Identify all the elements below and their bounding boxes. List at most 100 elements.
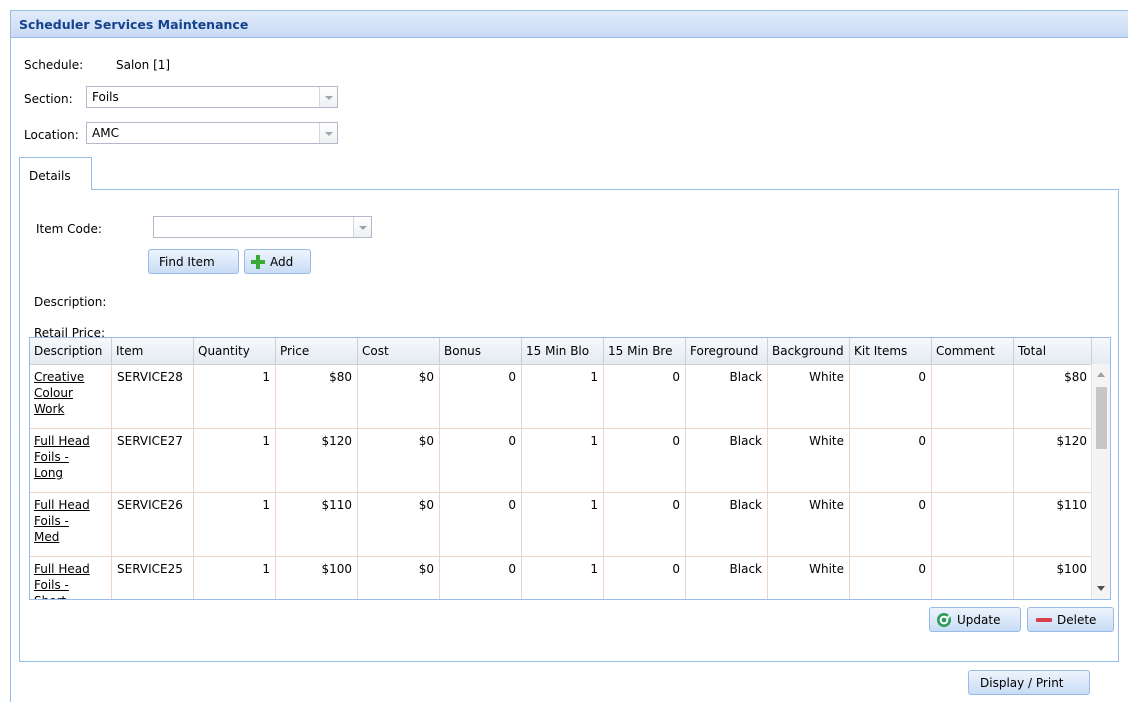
- column-header-total[interactable]: Total: [1014, 338, 1092, 364]
- column-header-quantity[interactable]: Quantity: [194, 338, 276, 364]
- chevron-down-icon[interactable]: [319, 87, 337, 107]
- section-label: Section:: [24, 92, 73, 106]
- grid-header: Description Item Quantity Price Cost Bon…: [30, 338, 1110, 365]
- item-code-label: Item Code:: [36, 222, 102, 236]
- foreground-cell: Black: [729, 370, 762, 384]
- kit-items-cell: 0: [918, 498, 926, 512]
- plus-icon: [251, 255, 265, 269]
- background-cell: White: [809, 434, 844, 448]
- price-cell: $110: [321, 498, 352, 512]
- minus-icon: [1036, 618, 1052, 622]
- service-description-link[interactable]: Creative Colour Work: [34, 369, 94, 417]
- table-row[interactable]: Full Head Foils - Short SERVICE25 1 $100…: [30, 557, 1092, 599]
- item-cell: SERVICE28: [117, 370, 183, 384]
- chevron-down-icon[interactable]: [353, 217, 371, 237]
- scroll-down-icon[interactable]: [1097, 586, 1105, 591]
- blocks-cell: 1: [590, 434, 598, 448]
- update-button[interactable]: Update: [929, 607, 1021, 632]
- column-header-cost[interactable]: Cost: [358, 338, 440, 364]
- service-description-link[interactable]: Full Head Foils - Short: [34, 561, 94, 599]
- kit-items-cell: 0: [918, 434, 926, 448]
- find-item-label: Find Item: [159, 255, 215, 269]
- update-label: Update: [957, 613, 1001, 627]
- column-header-background[interactable]: Background: [768, 338, 850, 364]
- column-header-foreground[interactable]: Foreground: [686, 338, 768, 364]
- price-cell: $120: [321, 434, 352, 448]
- table-row[interactable]: Full Head Foils - Long SERVICE27 1 $120 …: [30, 429, 1092, 493]
- item-cell: SERVICE25: [117, 562, 183, 576]
- section-value: Foils: [92, 90, 119, 104]
- breaks-cell: 0: [672, 498, 680, 512]
- display-print-label: Display / Print: [980, 676, 1064, 690]
- cost-cell: $0: [418, 498, 434, 512]
- location-combo[interactable]: AMC: [86, 122, 338, 144]
- table-row[interactable]: Full Head Foils - Med SERVICE26 1 $110 $…: [30, 493, 1092, 557]
- quantity-cell: 1: [262, 434, 270, 448]
- delete-label: Delete: [1057, 613, 1097, 627]
- service-description-link[interactable]: Full Head Foils - Long: [34, 433, 94, 481]
- grid-vertical-scrollbar[interactable]: [1091, 364, 1110, 599]
- delete-button[interactable]: Delete: [1027, 607, 1114, 632]
- price-cell: $80: [329, 370, 352, 384]
- foreground-cell: Black: [729, 434, 762, 448]
- foreground-cell: Black: [729, 498, 762, 512]
- column-header-description[interactable]: Description: [30, 338, 112, 364]
- column-header-comment[interactable]: Comment: [932, 338, 1014, 364]
- column-header-kit-items[interactable]: Kit Items: [850, 338, 932, 364]
- foreground-cell: Black: [729, 562, 762, 576]
- bonus-cell: 0: [508, 370, 516, 384]
- background-cell: White: [809, 562, 844, 576]
- price-cell: $100: [321, 562, 352, 576]
- location-value: AMC: [92, 126, 119, 140]
- panel-title: Scheduler Services Maintenance: [19, 17, 249, 32]
- column-header-item[interactable]: Item: [112, 338, 194, 364]
- item-code-combo[interactable]: [153, 216, 372, 238]
- display-print-button[interactable]: Display / Print: [968, 670, 1090, 695]
- table-row[interactable]: Creative Colour Work SERVICE28 1 $80 $0 …: [30, 365, 1092, 429]
- background-cell: White: [809, 370, 844, 384]
- scroll-up-icon[interactable]: [1097, 372, 1105, 377]
- cost-cell: $0: [418, 562, 434, 576]
- quantity-cell: 1: [262, 562, 270, 576]
- description-label: Description:: [34, 295, 107, 309]
- chevron-down-icon[interactable]: [319, 123, 337, 143]
- column-header-price[interactable]: Price: [276, 338, 358, 364]
- service-description-link[interactable]: Full Head Foils - Med: [34, 497, 94, 545]
- column-header-15-min-blocks[interactable]: 15 Min Blo: [522, 338, 604, 364]
- blocks-cell: 1: [590, 562, 598, 576]
- tab-details-label: Details: [29, 169, 71, 183]
- cost-cell: $0: [418, 370, 434, 384]
- tab-details[interactable]: Details: [19, 157, 92, 190]
- bonus-cell: 0: [508, 562, 516, 576]
- location-label: Location:: [24, 128, 79, 142]
- kit-items-cell: 0: [918, 562, 926, 576]
- breaks-cell: 0: [672, 562, 680, 576]
- column-header-15-min-breaks[interactable]: 15 Min Bre: [604, 338, 686, 364]
- total-cell: $110: [1056, 498, 1087, 512]
- scheduler-services-panel: Scheduler Services Maintenance Schedule:…: [10, 10, 1128, 702]
- scrollbar-thumb[interactable]: [1096, 387, 1107, 449]
- breaks-cell: 0: [672, 370, 680, 384]
- find-item-button[interactable]: Find Item: [148, 249, 239, 274]
- quantity-cell: 1: [262, 498, 270, 512]
- total-cell: $100: [1056, 562, 1087, 576]
- breaks-cell: 0: [672, 434, 680, 448]
- schedule-value: Salon [1]: [116, 58, 171, 72]
- blocks-cell: 1: [590, 498, 598, 512]
- bonus-cell: 0: [508, 434, 516, 448]
- kit-items-cell: 0: [918, 370, 926, 384]
- bonus-cell: 0: [508, 498, 516, 512]
- background-cell: White: [809, 498, 844, 512]
- column-header-bonus[interactable]: Bonus: [440, 338, 522, 364]
- item-cell: SERVICE26: [117, 498, 183, 512]
- quantity-cell: 1: [262, 370, 270, 384]
- add-button[interactable]: Add: [244, 249, 311, 274]
- section-combo[interactable]: Foils: [86, 86, 338, 108]
- add-label: Add: [270, 255, 294, 269]
- total-cell: $120: [1056, 434, 1087, 448]
- panel-header: Scheduler Services Maintenance: [11, 11, 1128, 38]
- cost-cell: $0: [418, 434, 434, 448]
- schedule-label: Schedule:: [24, 58, 84, 72]
- services-grid[interactable]: Description Item Quantity Price Cost Bon…: [29, 337, 1111, 600]
- item-cell: SERVICE27: [117, 434, 183, 448]
